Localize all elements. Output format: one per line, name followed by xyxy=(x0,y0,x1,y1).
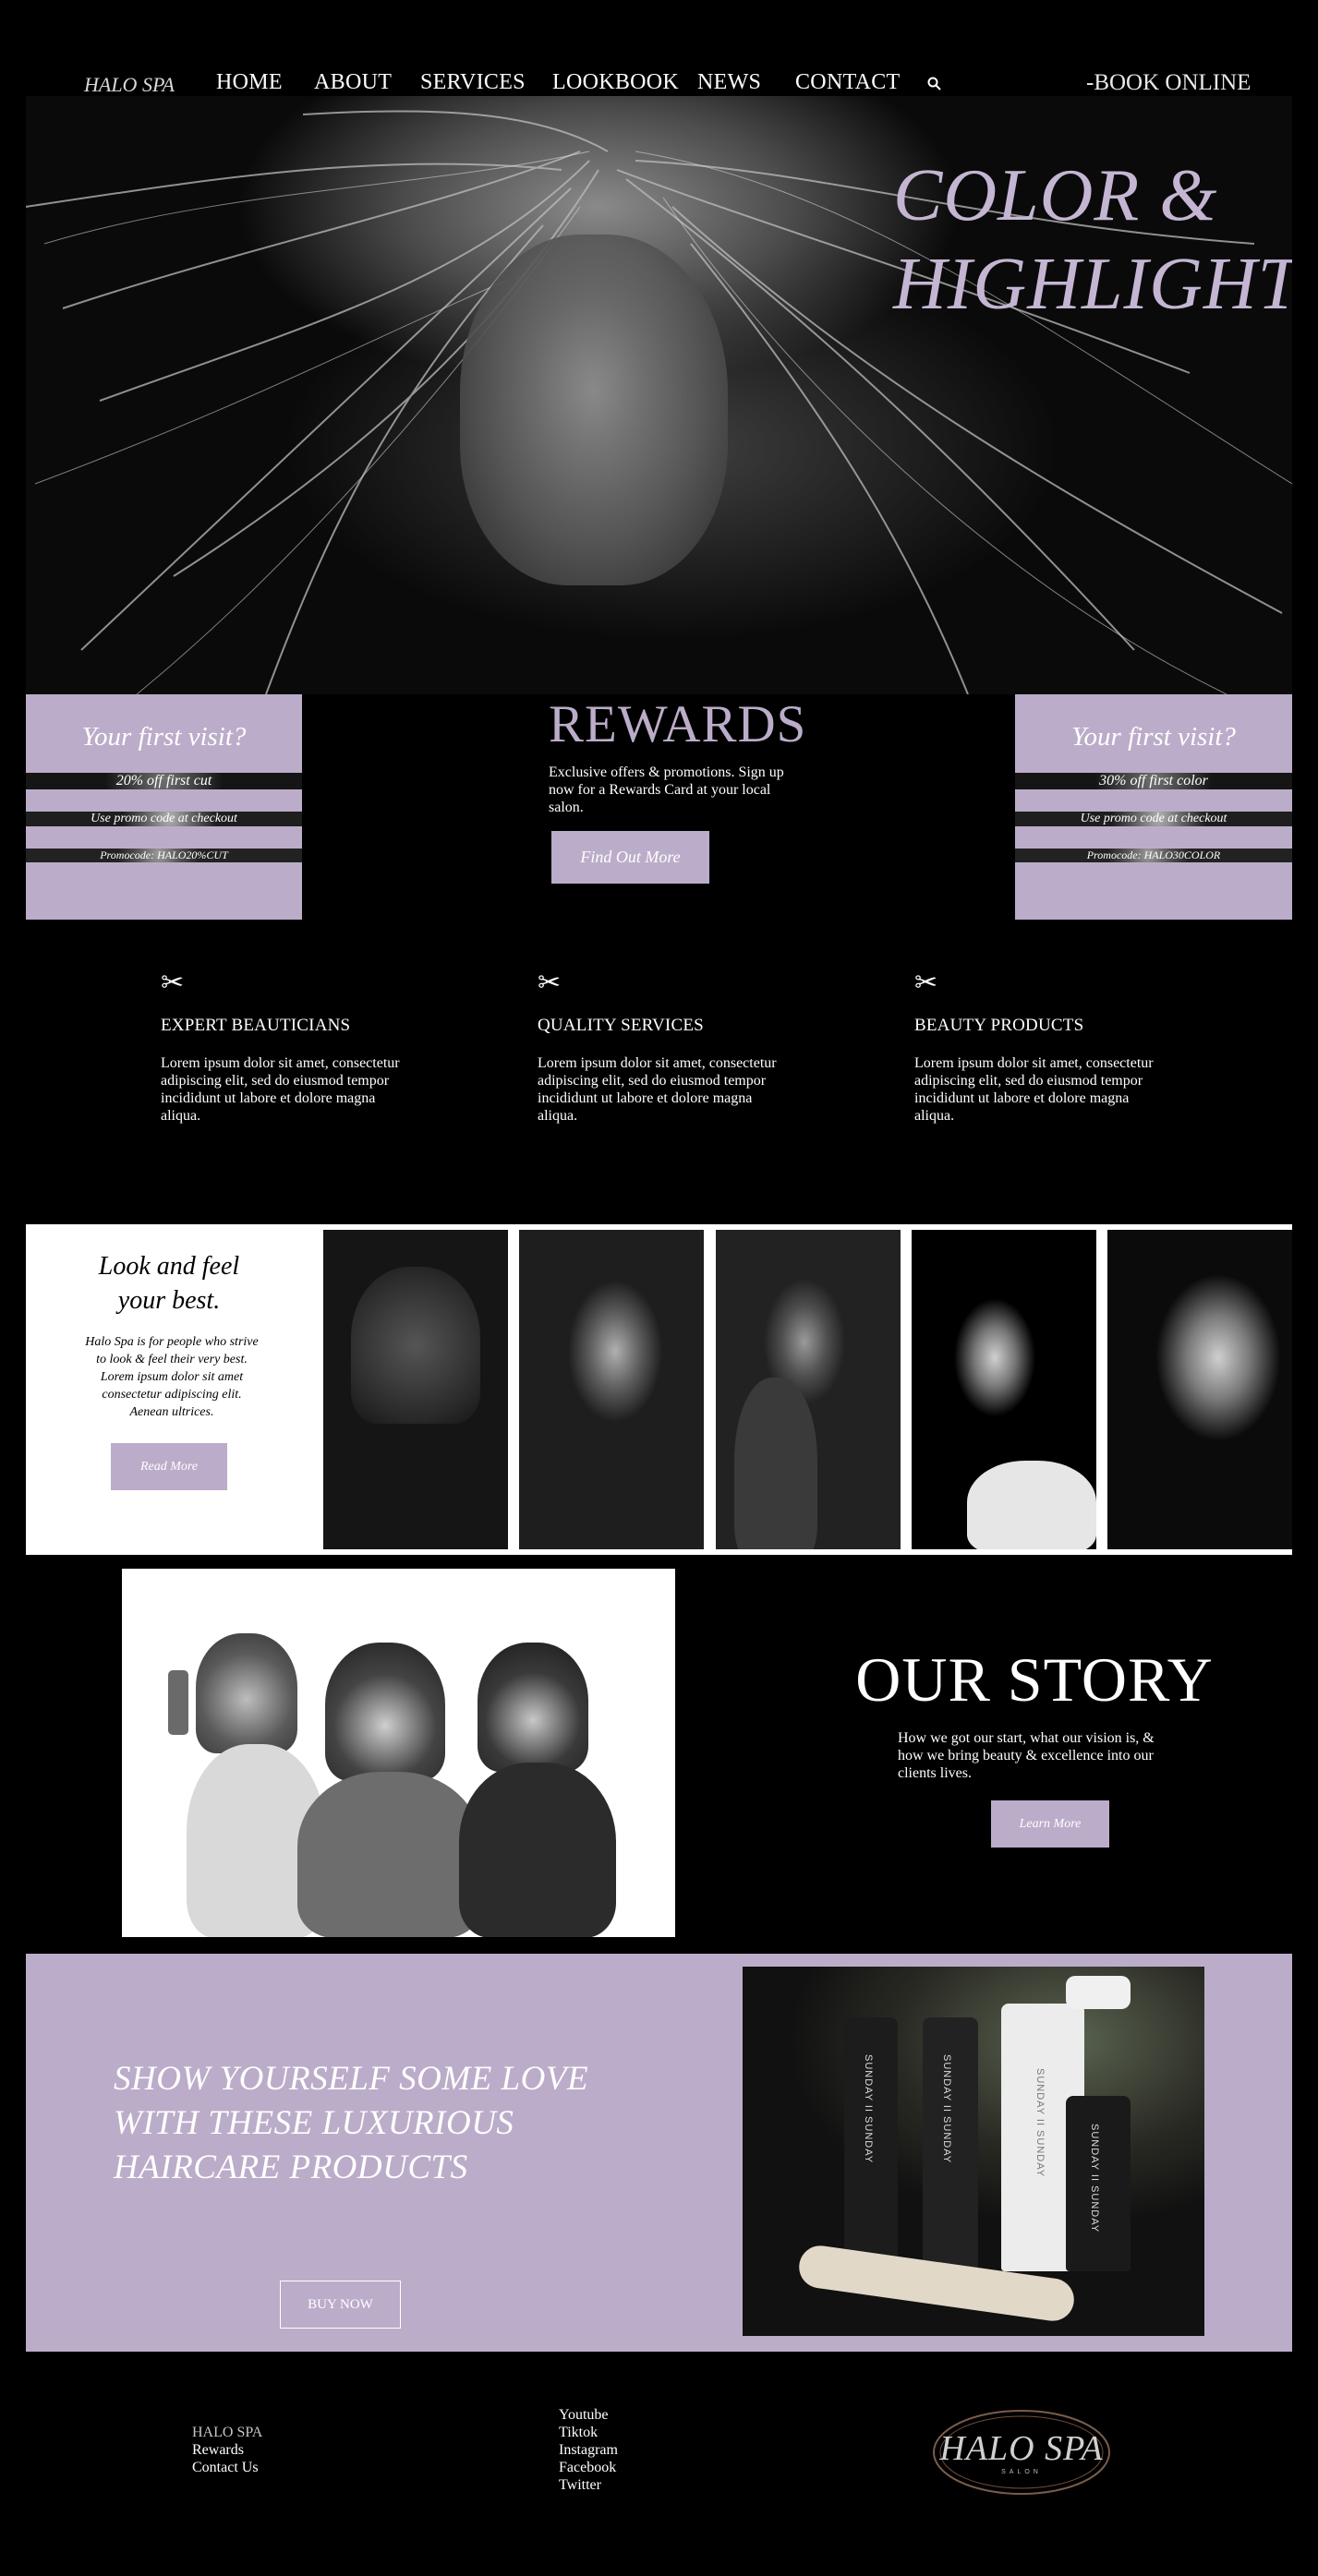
products-photo: SUNDAY II SUNDAY SUNDAY II SUNDAY SUNDAY… xyxy=(743,1967,1204,2336)
lookbook-strip: Look and feel your best. Halo Spa is for… xyxy=(26,1224,1292,1555)
products-heading-line2: WITH THESE LUXURIOUS xyxy=(114,2104,514,2142)
promo-code: Promocode: HALO20%CUT xyxy=(26,849,302,862)
footer-logo-subtitle: SALON xyxy=(1001,2469,1042,2475)
lookbook-photo-short-hair[interactable] xyxy=(1107,1230,1292,1549)
feature-quality-services: ✂ QUALITY SERVICES Lorem ipsum dolor sit… xyxy=(538,969,787,1125)
spray-nozzle xyxy=(1066,1976,1131,2009)
scissors-icon: ✂ xyxy=(161,968,185,998)
promo-note: Use promo code at checkout xyxy=(1015,812,1292,826)
shirt-shape xyxy=(967,1461,1096,1549)
feature-heading: BEAUTY PRODUCTS xyxy=(914,1016,1084,1035)
find-out-more-button[interactable]: Find Out More xyxy=(551,831,709,884)
lookbook-text: Halo Spa is for people who strive to loo… xyxy=(85,1335,259,1419)
feature-expert-beauticians: ✂ EXPERT BEAUTICIANS Lorem ipsum dolor s… xyxy=(161,969,410,1125)
footer-link-youtube[interactable]: Youtube xyxy=(559,2406,618,2424)
lookbook-heading-line2: your best. xyxy=(117,1286,221,1315)
promo-offer: 30% off first color xyxy=(1015,773,1292,789)
stylist-right-body xyxy=(459,1763,616,1937)
feature-text: Lorem ipsum dolor sit amet, consectetur … xyxy=(914,1055,1154,1124)
hero-banner: COLOR & HIGHLIGHTS xyxy=(26,96,1292,694)
nav-item-news[interactable]: NEWS xyxy=(697,70,761,95)
footer-logo[interactable]: HALO SPA SALON xyxy=(929,2406,1114,2498)
story-heading: OUR STORY xyxy=(855,1644,1214,1715)
rewards-description: Exclusive offers & promotions. Sign up n… xyxy=(549,764,784,815)
products-banner: SHOW YOURSELF SOME LOVE WITH THESE LUXUR… xyxy=(26,1954,1292,2352)
buy-now-button[interactable]: BUY NOW xyxy=(280,2281,401,2329)
bottle-1: SUNDAY II SUNDAY xyxy=(844,2017,898,2267)
footer-link-twitter[interactable]: Twitter xyxy=(559,2476,618,2494)
feature-text: Lorem ipsum dolor sit amet, consectetur … xyxy=(538,1055,777,1124)
lookbook-heading-line1: Look and feel xyxy=(98,1252,240,1281)
braid-shape xyxy=(734,1378,817,1549)
footer-links-main: HALO SPA Rewards Contact Us xyxy=(192,2424,262,2476)
nav-item-lookbook[interactable]: LOOKBOOK xyxy=(552,70,679,95)
our-story-section: OUR STORY How we got our start, what our… xyxy=(831,1643,1238,1848)
stylist-center-body xyxy=(297,1772,482,1937)
read-more-button[interactable]: Read More xyxy=(111,1443,227,1490)
rewards-heading: REWARDS xyxy=(549,695,807,753)
hero-title-line1: COLOR & xyxy=(893,155,1218,236)
promo-card-color: Your first visit? 30% off first color Us… xyxy=(1015,694,1292,920)
footer-logo-text: HALO SPA xyxy=(939,2429,1104,2468)
book-online-label: BOOK ONLINE xyxy=(1094,70,1251,95)
promo-card-cut: Your first visit? 20% off first cut Use … xyxy=(26,694,302,920)
lookbook-photo-braid[interactable] xyxy=(716,1230,901,1549)
feature-beauty-products: ✂ BEAUTY PRODUCTS Lorem ipsum dolor sit … xyxy=(914,969,1164,1125)
lookbook-photo-curly[interactable] xyxy=(323,1230,508,1549)
lookbook-photo-brunette[interactable] xyxy=(519,1230,704,1549)
products-heading: SHOW YOURSELF SOME LOVE WITH THESE LUXUR… xyxy=(114,2057,588,2190)
search-icon[interactable] xyxy=(926,76,943,92)
story-text: How we got our start, what our vision is… xyxy=(898,1730,1155,1781)
footer-link-halo-spa[interactable]: HALO SPA xyxy=(192,2424,262,2441)
brush-prop xyxy=(168,1670,188,1735)
products-heading-line3: HAIRCARE PRODUCTS xyxy=(114,2149,468,2186)
learn-more-button[interactable]: Learn More xyxy=(991,1800,1109,1848)
rewards-section: REWARDS Exclusive offers & promotions. S… xyxy=(549,694,807,884)
scissors-icon: ✂ xyxy=(914,968,938,998)
promo-code: Promocode: HALO30COLOR xyxy=(1015,849,1292,862)
lookbook-intro: Look and feel your best. Halo Spa is for… xyxy=(26,1224,312,1555)
bottle-label: SUNDAY II SUNDAY xyxy=(941,2054,952,2164)
footer-link-instagram[interactable]: Instagram xyxy=(559,2441,618,2459)
scissors-icon: ✂ xyxy=(538,968,562,998)
hair-shape xyxy=(351,1267,480,1424)
nav-item-home[interactable]: HOME xyxy=(216,70,283,95)
stylist-center-head xyxy=(325,1643,445,1781)
bottle-label: SUNDAY II SUNDAY xyxy=(1089,2124,1100,2233)
hero-model-face xyxy=(460,235,728,585)
footer-link-facebook[interactable]: Facebook xyxy=(559,2459,618,2476)
stylist-right-head xyxy=(478,1643,588,1772)
feature-heading: QUALITY SERVICES xyxy=(538,1016,704,1035)
footer-link-tiktok[interactable]: Tiktok xyxy=(559,2424,618,2441)
bottle-2: SUNDAY II SUNDAY xyxy=(923,2017,978,2271)
bottle-label: SUNDAY II SUNDAY xyxy=(1034,2068,1046,2178)
top-navigation: HALO SPA HOME ABOUT SERVICES LOOKBOOK NE… xyxy=(0,0,1318,96)
promo-offer: 20% off first cut xyxy=(26,773,302,789)
book-online-link[interactable]: -BOOK ONLINE xyxy=(1086,70,1251,96)
promo-heading: Your first visit? xyxy=(81,722,247,752)
team-photo xyxy=(122,1569,675,1937)
footer-link-rewards[interactable]: Rewards xyxy=(192,2441,262,2459)
stylist-left-head xyxy=(196,1633,297,1753)
bottle-4: SUNDAY II SUNDAY xyxy=(1066,2096,1131,2271)
lookbook-photo-man[interactable] xyxy=(912,1230,1096,1549)
bottle-label: SUNDAY II SUNDAY xyxy=(863,2054,874,2164)
nav-item-contact[interactable]: CONTACT xyxy=(795,70,901,95)
promo-note: Use promo code at checkout xyxy=(26,812,302,826)
feature-heading: EXPERT BEAUTICIANS xyxy=(161,1016,351,1035)
products-heading-line1: SHOW YOURSELF SOME LOVE xyxy=(114,2060,589,2098)
site-logo[interactable]: HALO SPA xyxy=(84,73,175,97)
promo-heading: Your first visit? xyxy=(1071,722,1236,752)
nav-item-services[interactable]: SERVICES xyxy=(420,70,526,95)
lookbook-heading: Look and feel your best. xyxy=(26,1249,312,1318)
hero-title-line2: HIGHLIGHTS xyxy=(893,244,1292,325)
footer-links-social: Youtube Tiktok Instagram Facebook Twitte… xyxy=(559,2406,618,2494)
hero-title: COLOR & HIGHLIGHTS xyxy=(893,151,1292,329)
feature-text: Lorem ipsum dolor sit amet, consectetur … xyxy=(161,1055,400,1124)
footer-link-contact[interactable]: Contact Us xyxy=(192,2459,262,2476)
nav-item-about[interactable]: ABOUT xyxy=(314,70,392,95)
